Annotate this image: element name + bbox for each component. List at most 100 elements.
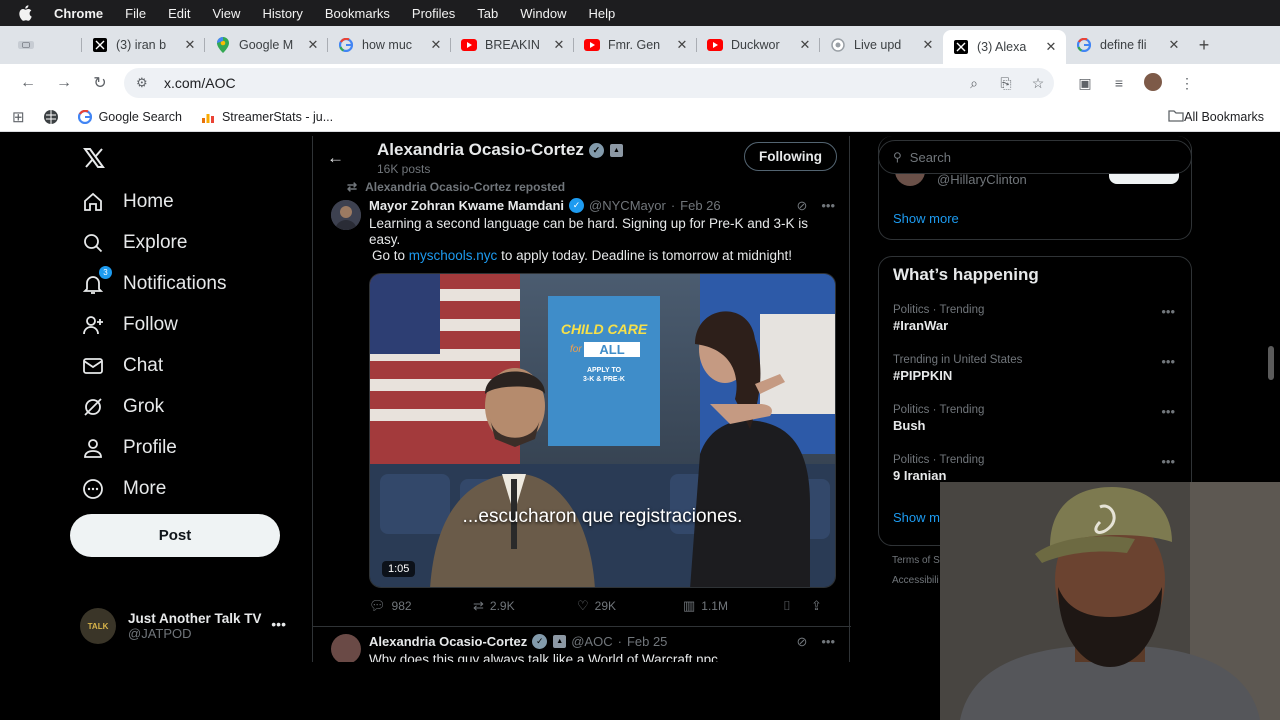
views-button[interactable]: ▥ 1.1M [683,598,783,614]
post-button[interactable]: Post [70,514,280,557]
like-button[interactable]: ♡ 29K [577,598,683,614]
repost-button[interactable]: ⇄ 2.9K [473,598,577,614]
close-icon[interactable]: ✕ [798,37,812,53]
zoom-icon[interactable]: ⌕ [958,75,990,92]
close-icon[interactable]: ✕ [306,37,320,53]
site-info-icon[interactable]: ⚙ [136,75,158,91]
more-dots-icon[interactable]: ••• [821,198,835,214]
tweet-date[interactable]: Feb 25 [627,634,667,649]
close-icon[interactable]: ✕ [675,37,689,53]
nav-home[interactable]: Home [82,191,174,213]
new-tab-plus-icon[interactable]: + [1189,35,1219,56]
more-dots-icon[interactable]: ••• [1161,404,1175,419]
tweet-author-handle[interactable]: @NYCMayor [589,198,666,213]
footer-terms[interactable]: Terms of S [892,551,940,571]
nav-notifications[interactable]: 3 Notifications [82,266,227,295]
nav-follow[interactable]: Follow [82,314,178,336]
menu-file[interactable]: File [125,6,146,21]
tab-youtube-breaking[interactable]: BREAKIN ✕ [451,30,574,60]
tab-live-updates[interactable]: Live upd ✕ [820,30,943,60]
footer-accessibility[interactable]: Accessibili [892,571,940,591]
menu-app-chrome[interactable]: Chrome [54,6,103,21]
search-input[interactable]: ⚲ Search [878,140,1192,174]
address-url[interactable]: x.com/AOC [164,75,958,91]
nav-explore[interactable]: Explore [82,232,187,254]
back-arrow-icon[interactable]: ← [10,74,46,92]
close-icon[interactable]: ✕ [1044,39,1058,55]
tab-search-icon[interactable]: ▣ [1068,75,1102,92]
more-dots-icon[interactable]: ••• [1161,304,1175,319]
close-icon[interactable]: ✕ [183,37,197,53]
close-icon[interactable]: ✕ [429,37,443,53]
trend-item[interactable]: Trending in United States #PIPPKIN ••• [893,354,1183,383]
avatar[interactable] [331,200,361,230]
following-button[interactable]: Following [744,142,837,171]
trend-item[interactable]: Politics · Trending Bush ••• [893,404,1183,433]
avatar[interactable] [331,634,361,662]
tweet-author-handle[interactable]: @AOC [571,634,612,649]
bookmark-google-search[interactable]: Google Search [77,109,182,125]
tab-x-iran[interactable]: (3) iran b ✕ [82,30,205,60]
globe-bookmark-icon[interactable] [43,109,59,125]
nav-profile[interactable]: Profile [82,437,177,459]
more-dots-icon[interactable]: ••• [271,616,286,632]
reload-icon[interactable]: ↻ [82,73,118,93]
tab-google-define[interactable]: define fli ✕ [1066,30,1189,60]
nav-grok[interactable]: Grok [82,396,164,418]
reply-button[interactable]: 💬︎ 982 [369,598,473,614]
menu-history[interactable]: History [262,6,302,21]
tab-google-maps[interactable]: Google M ✕ [205,30,328,60]
x-logo-icon[interactable] [82,146,106,170]
menu-window[interactable]: Window [520,6,566,21]
tweet-date[interactable]: Feb 26 [680,198,720,213]
install-app-icon[interactable]: ⎘ [990,75,1022,92]
apple-logo-icon[interactable] [18,5,32,21]
grok-icon[interactable]: ⊘ [796,198,807,214]
more-dots-icon[interactable]: ••• [1161,354,1175,369]
tab-pinned[interactable] [8,30,82,60]
show-more-link[interactable]: Show m [893,510,940,525]
menu-profiles[interactable]: Profiles [412,6,455,21]
menu-edit[interactable]: Edit [168,6,190,21]
tab-youtube-duckworth[interactable]: Duckwor ✕ [697,30,820,60]
nav-chat[interactable]: Chat [82,355,163,377]
nav-more[interactable]: More [82,478,166,500]
bookmark-star-icon[interactable]: ☆ [1022,75,1054,92]
more-dots-icon[interactable]: ••• [821,634,835,650]
trend-item[interactable]: Politics · Trending #IranWar ••• [893,304,1183,333]
tweet-author-name[interactable]: Mayor Zohran Kwame Mamdani [369,198,564,213]
tweet-author-name[interactable]: Alexandria Ocasio-Cortez [369,634,527,649]
media-controls-icon[interactable]: ≡ [1102,75,1136,91]
repost-label[interactable]: Alexandria Ocasio-Cortez reposted [365,180,565,194]
menu-help[interactable]: Help [589,6,616,21]
forward-arrow-icon[interactable]: → [46,74,82,92]
suggested-handle[interactable]: @HillaryClinton [937,172,1027,187]
more-dots-icon[interactable]: ••• [1161,454,1175,469]
all-bookmarks-button[interactable]: All Bookmarks [1168,109,1264,125]
page-scrollbar[interactable] [1268,346,1274,380]
chrome-menu-icon[interactable]: ⋮ [1170,75,1204,92]
apps-grid-icon[interactable]: ⊞ [12,108,25,126]
profile-avatar-icon[interactable] [1136,72,1170,94]
bookmark-button[interactable]: ⌷ [783,598,811,614]
tab-google-how-much[interactable]: how muc ✕ [328,30,451,60]
menu-tab[interactable]: Tab [477,6,498,21]
close-icon[interactable]: ✕ [552,37,566,53]
share-button[interactable]: ⇪ [811,598,828,614]
back-arrow-icon[interactable]: ← [327,148,344,168]
tab-x-alexandria-active[interactable]: (3) Alexa ✕ [943,30,1066,64]
show-more-link[interactable]: Show more [893,211,959,226]
bookmark-streamerstats[interactable]: StreamerStats - ju... [200,109,333,125]
menu-bookmarks[interactable]: Bookmarks [325,6,390,21]
tab-youtube-fmr-gen[interactable]: Fmr. Gen ✕ [574,30,697,60]
close-icon[interactable]: ✕ [921,37,935,53]
address-bar[interactable]: ⚙ x.com/AOC ⌕ ⎘ ☆ [124,68,1054,98]
tweet-link[interactable]: myschools.nyc [409,248,498,263]
trend-item[interactable]: Politics · Trending 9 Iranian ••• [893,454,1183,483]
menu-view[interactable]: View [212,6,240,21]
grok-icon[interactable]: ⊘ [796,634,807,650]
tab-title: Duckwor [731,38,780,52]
account-switcher[interactable]: TALK Just Another Talk TV @JATPOD ••• [80,606,300,646]
close-icon[interactable]: ✕ [1167,37,1181,53]
tweet-video[interactable]: CHILD CARE for ALL APPLY TO 3-K & PRE-K [369,273,836,588]
